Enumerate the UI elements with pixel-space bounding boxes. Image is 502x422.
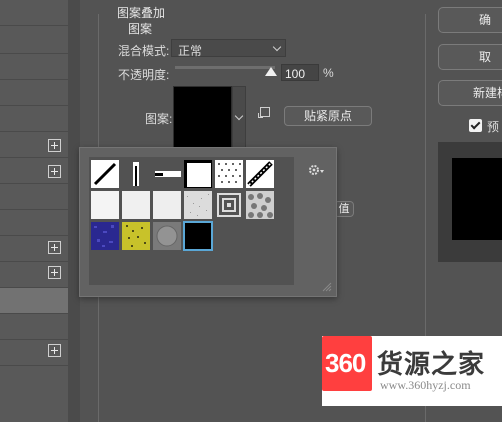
chevron-down-icon bbox=[272, 42, 282, 52]
resize-handle-icon[interactable] bbox=[322, 282, 332, 292]
pattern-swatch[interactable] bbox=[173, 86, 232, 150]
style-row-selected[interactable] bbox=[0, 288, 68, 314]
pattern-grid bbox=[89, 157, 294, 285]
pattern-thumbnail bbox=[94, 225, 114, 247]
preview-checkbox[interactable] bbox=[469, 119, 482, 132]
partial-button[interactable]: 值 bbox=[334, 201, 354, 217]
pattern-thumbnail bbox=[217, 193, 241, 217]
pattern-picker bbox=[79, 147, 337, 297]
ok-button[interactable]: 确 bbox=[438, 7, 502, 33]
pattern-tile[interactable] bbox=[153, 222, 181, 250]
pattern-tile[interactable] bbox=[246, 191, 274, 219]
gear-icon[interactable] bbox=[308, 163, 326, 177]
opacity-slider[interactable] bbox=[175, 66, 275, 69]
pattern-thumbnail bbox=[187, 194, 209, 216]
opacity-field[interactable]: 100 bbox=[281, 64, 319, 81]
pattern-thumbnail bbox=[248, 193, 273, 218]
pattern-tile[interactable] bbox=[153, 160, 181, 188]
pattern-thumbnail bbox=[218, 163, 241, 183]
pattern-tile[interactable] bbox=[153, 191, 181, 219]
chevron-down-icon bbox=[234, 111, 244, 121]
style-row[interactable] bbox=[0, 28, 68, 54]
pattern-tile[interactable] bbox=[91, 222, 119, 250]
pattern-tile-selected[interactable] bbox=[183, 221, 213, 251]
cancel-button[interactable]: 取 bbox=[438, 44, 502, 70]
style-row[interactable] bbox=[0, 210, 68, 236]
opacity-label: 不透明度: bbox=[118, 68, 170, 82]
pattern-tile[interactable] bbox=[184, 191, 212, 219]
blend-mode-label: 混合模式: bbox=[118, 44, 170, 58]
pattern-thumbnail bbox=[247, 161, 273, 187]
add-effect-icon[interactable] bbox=[48, 165, 61, 178]
add-effect-icon[interactable] bbox=[48, 266, 61, 279]
pattern-dropdown[interactable] bbox=[232, 86, 246, 148]
opacity-unit: % bbox=[323, 66, 334, 80]
new-style-button[interactable]: 新建样 bbox=[438, 80, 502, 106]
style-row[interactable] bbox=[0, 0, 68, 26]
style-preview-thumbnail bbox=[452, 158, 502, 240]
pattern-tile[interactable] bbox=[122, 160, 150, 188]
watermark-logo: 360 bbox=[322, 336, 372, 391]
pattern-tile[interactable] bbox=[246, 160, 274, 188]
watermark-url: www.360hyzj.com bbox=[380, 378, 471, 392]
pattern-tile[interactable] bbox=[184, 160, 212, 188]
blend-mode-select[interactable]: 正常 bbox=[171, 39, 286, 58]
pattern-thumbnail bbox=[133, 162, 139, 186]
pattern-label: 图案: bbox=[145, 112, 173, 126]
pattern-tile[interactable] bbox=[215, 191, 243, 219]
pattern-tile[interactable] bbox=[91, 160, 119, 188]
pattern-thumbnail bbox=[187, 163, 211, 187]
pattern-tile[interactable] bbox=[215, 160, 243, 188]
snap-to-origin-button[interactable]: 贴紧原点 bbox=[284, 106, 372, 126]
opacity-slider-thumb[interactable] bbox=[265, 67, 277, 76]
pattern-thumbnail bbox=[155, 171, 181, 177]
section-title: 图案叠加 bbox=[117, 6, 166, 20]
pattern-tile[interactable] bbox=[122, 191, 150, 219]
add-effect-icon[interactable] bbox=[48, 139, 61, 152]
pattern-thumbnail bbox=[126, 225, 146, 247]
pattern-tile[interactable] bbox=[122, 222, 150, 250]
watermark-title: 货源之家 bbox=[377, 349, 486, 379]
pattern-tile[interactable] bbox=[91, 191, 119, 219]
group-title: 图案 bbox=[128, 22, 153, 36]
blend-mode-value: 正常 bbox=[178, 44, 203, 58]
new-preset-icon[interactable] bbox=[258, 107, 270, 118]
add-effect-icon[interactable] bbox=[48, 344, 61, 357]
pattern-thumbnail bbox=[156, 225, 178, 247]
pattern-thumbnail bbox=[93, 162, 117, 186]
style-row[interactable] bbox=[0, 106, 68, 132]
style-row[interactable] bbox=[0, 54, 68, 80]
watermark-logo-text: 360 bbox=[325, 348, 366, 378]
style-row[interactable] bbox=[0, 314, 68, 340]
opacity-value: 100 bbox=[285, 67, 306, 81]
style-row[interactable] bbox=[0, 184, 68, 210]
style-list bbox=[0, 0, 68, 422]
add-effect-icon[interactable] bbox=[48, 241, 61, 254]
preview-label: 预 bbox=[487, 120, 500, 134]
style-row[interactable] bbox=[0, 80, 68, 106]
